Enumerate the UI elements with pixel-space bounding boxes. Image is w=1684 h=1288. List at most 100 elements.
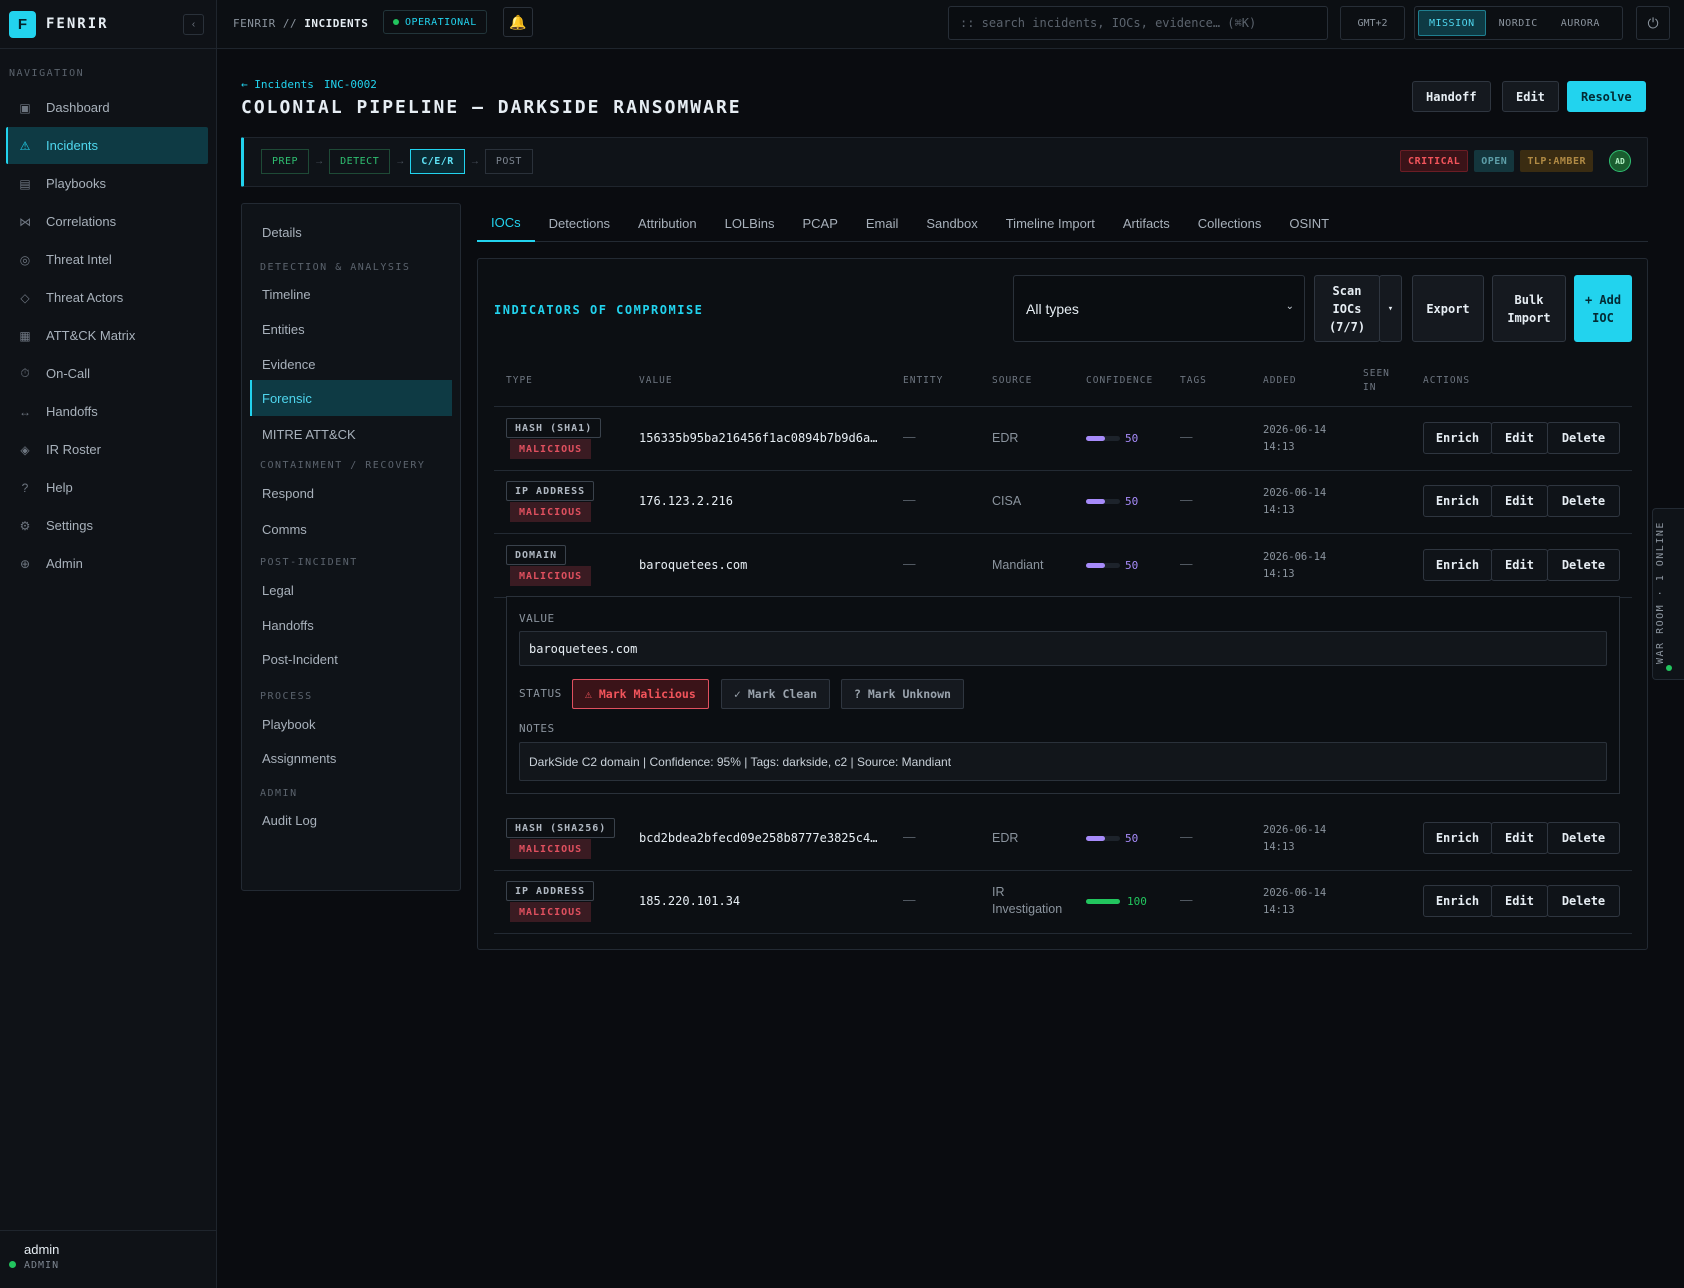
ioc-value[interactable]: baroquetees.com [639,558,747,572]
subnav-item-audit-log[interactable]: Audit Log [250,802,452,838]
enrich-button[interactable]: Enrich [1423,885,1492,917]
tab-artifacts[interactable]: Artifacts [1109,204,1184,242]
add-ioc-button[interactable]: + Add IOC [1574,275,1632,342]
subnav-item-post-incident[interactable]: Post-Incident [250,641,452,677]
war-room-tab[interactable]: WAR ROOM · 1 ONLINE [1652,508,1684,680]
avatar[interactable]: AD [1609,150,1631,172]
subnav-item-respond[interactable]: Respond [250,475,452,511]
sidebar-item-threat-intel[interactable]: ◎ Threat Intel [6,241,208,278]
phase-post[interactable]: POST [484,149,533,174]
ioc-value[interactable]: 185.220.101.34 [639,894,740,908]
subnav-item-forensic[interactable]: Forensic [250,380,452,416]
edit-ioc-button[interactable]: Edit [1491,485,1548,517]
incident-badges: CRITICAL OPEN TLP:AMBER AD [1394,150,1631,172]
tab-attribution[interactable]: Attribution [624,204,711,242]
subnav-item-mitre-att-ck[interactable]: MITRE ATT&CK [250,416,452,452]
collapse-sidebar-button[interactable]: ‹ [183,14,204,35]
admin-icon: ⊕ [19,556,31,571]
severity-badge: CRITICAL [1400,150,1469,172]
subnav-item-handoffs[interactable]: Handoffs [250,607,452,643]
tab-collections[interactable]: Collections [1184,204,1276,242]
phase-prep[interactable]: PREP [261,149,310,174]
sidebar-item-threat-actors[interactable]: ◇ Threat Actors [6,279,208,316]
theme-nordic[interactable]: NORDIC [1489,10,1548,36]
enrich-button[interactable]: Enrich [1423,822,1492,854]
notifications-bell-icon[interactable]: 🔔 [503,7,533,37]
table-row: DOMAIN MALICIOUS baroquetees.com — Mandiant 5… [494,534,1632,598]
delete-ioc-button[interactable]: Delete [1547,885,1620,917]
tab-email[interactable]: Email [852,204,913,242]
sidebar-item-on-call[interactable]: ⏱ On-Call [6,355,208,392]
user-role: ADMIN [24,1260,60,1271]
sidebar-item-dashboard[interactable]: ▣ Dashboard [6,89,208,126]
mark-malicious-button[interactable]: ⚠ Mark Malicious [572,679,709,709]
tab-iocs[interactable]: IOCs [477,204,535,242]
tab-timeline-import[interactable]: Timeline Import [992,204,1109,242]
export-button[interactable]: Export [1412,275,1484,342]
sidebar-item-ir-roster[interactable]: ◈ IR Roster [6,431,208,468]
tab-osint[interactable]: OSINT [1275,204,1343,242]
subnav-item-details[interactable]: Details [250,214,452,250]
subnav-item-entities[interactable]: Entities [250,311,452,347]
tab-pcap[interactable]: PCAP [788,204,851,242]
sidebar-item-help[interactable]: ? Help [6,469,208,506]
tab-sandbox[interactable]: Sandbox [912,204,991,242]
subnav-item-evidence[interactable]: Evidence [250,346,452,382]
ioc-value-field[interactable]: baroquetees.com [519,631,1607,666]
row-divider [494,933,1632,934]
delete-ioc-button[interactable]: Delete [1547,822,1620,854]
topbar: FENRIR // INCIDENTS OPERATIONAL 🔔 :: sea… [217,0,1684,49]
confidence-value: 100 [1127,895,1147,908]
sidebar-item-att-ck-matrix[interactable]: ▦ ATT&CK Matrix [6,317,208,354]
timezone-selector[interactable]: GMT+2 [1340,6,1405,40]
sidebar-item-label: Correlations [46,214,117,229]
sidebar-item-admin[interactable]: ⊕ Admin [6,545,208,582]
user-profile[interactable]: admin ADMIN [0,1230,216,1288]
delete-ioc-button[interactable]: Delete [1547,422,1620,454]
subnav-item-playbook[interactable]: Playbook [250,706,452,742]
sidebar-item-incidents[interactable]: ⚠ Incidents [6,127,208,164]
editor-notes-label: NOTES [519,722,555,735]
mark-clean-button[interactable]: ✓ Mark Clean [721,679,831,709]
theme-aurora[interactable]: AURORA [1551,10,1610,36]
mark-unknown-button[interactable]: ? Mark Unknown [841,679,964,709]
subnav-item-comms[interactable]: Comms [250,511,452,547]
delete-ioc-button[interactable]: Delete [1547,549,1620,581]
phase-cer[interactable]: C/E/R [410,149,465,174]
sidebar-item-settings[interactable]: ⚙ Settings [6,507,208,544]
edit-incident-button[interactable]: Edit [1502,81,1559,112]
ioc-inline-editor: VALUE baroquetees.com STATUS ⚠ Mark Mali… [506,596,1620,794]
back-to-incidents-link[interactable]: ← Incidents [241,78,314,91]
power-icon[interactable]: ⏻ [1636,6,1670,40]
theme-mission[interactable]: MISSION [1418,10,1486,36]
global-search-input[interactable]: :: search incidents, IOCs, evidence… (⌘K… [948,6,1328,40]
enrich-button[interactable]: Enrich [1423,549,1492,581]
enrich-button[interactable]: Enrich [1423,422,1492,454]
edit-ioc-button[interactable]: Edit [1491,822,1548,854]
subnav-item-assignments[interactable]: Assignments [250,740,452,776]
edit-ioc-button[interactable]: Edit [1491,549,1548,581]
subnav-item-timeline[interactable]: Timeline [250,276,452,312]
sidebar-item-correlations[interactable]: ⋈ Correlations [6,203,208,240]
sidebar-item-handoffs[interactable]: ↔ Handoffs [6,393,208,430]
delete-ioc-button[interactable]: Delete [1547,485,1620,517]
ioc-value[interactable]: 176.123.2.216 [639,494,733,508]
ioc-value[interactable]: 156335b95ba216456f1ac0894b7b9d6a… [639,431,877,445]
enrich-button[interactable]: Enrich [1423,485,1492,517]
edit-ioc-button[interactable]: Edit [1491,422,1548,454]
resolve-button[interactable]: Resolve [1567,81,1646,112]
tab-lolbins[interactable]: LOLBins [711,204,789,242]
tab-detections[interactable]: Detections [535,204,624,242]
ioc-value[interactable]: bcd2bdea2bfecd09e258b8777e3825c4… [639,831,877,845]
user-name: admin [24,1242,60,1257]
handoff-button[interactable]: Handoff [1412,81,1491,112]
bulk-import-button[interactable]: Bulk Import [1492,275,1566,342]
phase-detect[interactable]: DETECT [329,149,391,174]
subnav-item-legal[interactable]: Legal [250,572,452,608]
sidebar-item-playbooks[interactable]: ▤ Playbooks [6,165,208,202]
scan-iocs-button[interactable]: Scan IOCs (7/7) [1314,275,1380,342]
ioc-notes-field[interactable]: DarkSide C2 domain | Confidence: 95% | T… [519,742,1607,781]
edit-ioc-button[interactable]: Edit [1491,885,1548,917]
scan-options-chevron-icon[interactable]: ▾ [1379,275,1402,342]
ioc-type-filter[interactable]: All types ⌄ [1013,275,1305,342]
